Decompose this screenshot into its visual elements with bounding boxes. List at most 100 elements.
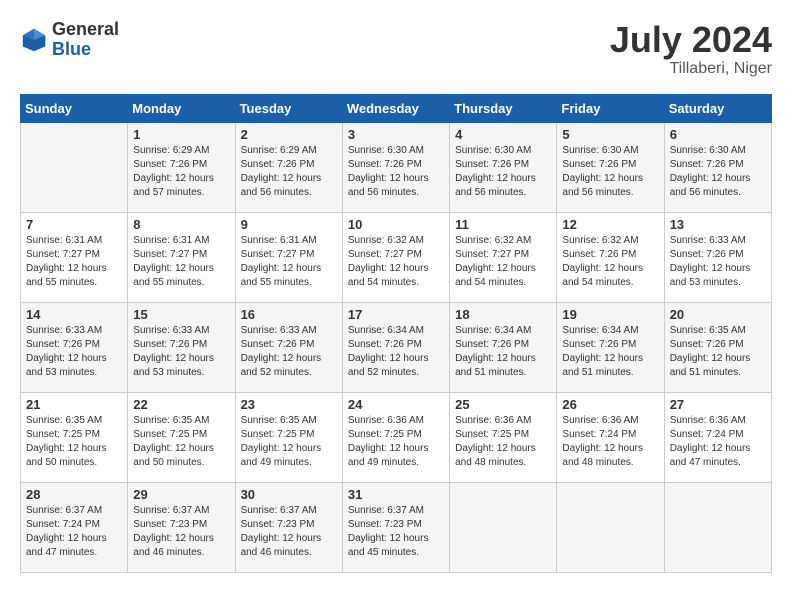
day-number: 17 <box>348 307 444 322</box>
calendar-cell: 28Sunrise: 6:37 AMSunset: 7:24 PMDayligh… <box>21 482 128 572</box>
cell-sun-info: Sunrise: 6:30 AMSunset: 7:26 PMDaylight:… <box>670 144 766 200</box>
calendar-cell: 25 Sunrise: 6:36 AMSunset: 7:25 PMDayligh… <box>450 392 557 482</box>
day-number: 30 <box>241 487 337 502</box>
day-number: 11 <box>455 217 551 232</box>
day-number: 3 <box>348 127 444 142</box>
calendar-cell: 8 Sunrise: 6:31 AMSunset: 7:27 PMDaylight… <box>128 212 235 302</box>
calendar-cell: 19 Sunrise: 6:34 AMSunset: 7:26 PMDayligh… <box>557 302 664 392</box>
calendar-cell: 17 Sunrise: 6:34 AMSunset: 7:26 PMDayligh… <box>342 302 449 392</box>
day-number: 27 <box>670 397 766 412</box>
day-number: 22 <box>133 397 229 412</box>
day-number: 29 <box>133 487 229 502</box>
cell-sun-info: Sunrise: 6:30 AMSunset: 7:26 PMDaylight:… <box>562 144 658 200</box>
calendar-cell: 18Sunrise: 6:34 AMSunset: 7:26 PMDayligh… <box>450 302 557 392</box>
calendar-cell: 9 Sunrise: 6:31 AMSunset: 7:27 PMDaylight… <box>235 212 342 302</box>
header-day-wednesday: Wednesday <box>342 94 449 122</box>
title-block: July 2024 Tillaberi, Niger <box>610 20 772 78</box>
calendar-cell: 5 Sunrise: 6:30 AMSunset: 7:26 PMDaylight… <box>557 122 664 212</box>
cell-sun-info: Sunrise: 6:37 AMSunset: 7:23 PMDaylight:… <box>133 504 229 560</box>
calendar-cell: 12 Sunrise: 6:32 AMSunset: 7:26 PMDayligh… <box>557 212 664 302</box>
calendar-cell: 16Sunrise: 6:33 AMSunset: 7:26 PMDayligh… <box>235 302 342 392</box>
day-number: 15 <box>133 307 229 322</box>
day-number: 14 <box>26 307 122 322</box>
cell-sun-info: Sunrise: 6:32 AMSunset: 7:27 PMDaylight:… <box>455 234 551 290</box>
week-row-3: 14 Sunrise: 6:33 AMSunset: 7:26 PMDayligh… <box>21 302 772 392</box>
day-number: 1 <box>133 127 229 142</box>
day-number: 24 <box>348 397 444 412</box>
day-number: 18 <box>455 307 551 322</box>
cell-sun-info: Sunrise: 6:34 AMSunset: 7:26 PMDaylight:… <box>562 324 658 380</box>
header-day-tuesday: Tuesday <box>235 94 342 122</box>
calendar-cell <box>557 482 664 572</box>
cell-sun-info: Sunrise: 6:34 AMSunset: 7:26 PMDaylight:… <box>348 324 444 380</box>
day-number: 10 <box>348 217 444 232</box>
day-number: 25 <box>455 397 551 412</box>
calendar-cell: 13Sunrise: 6:33 AMSunset: 7:26 PMDayligh… <box>664 212 771 302</box>
logo-text: General Blue <box>52 20 119 60</box>
calendar-cell: 24 Sunrise: 6:36 AMSunset: 7:25 PMDayligh… <box>342 392 449 482</box>
month-year-title: July 2024 <box>610 20 772 60</box>
calendar-cell: 11 Sunrise: 6:32 AMSunset: 7:27 PMDayligh… <box>450 212 557 302</box>
day-number: 31 <box>348 487 444 502</box>
header-day-thursday: Thursday <box>450 94 557 122</box>
calendar-cell <box>664 482 771 572</box>
calendar-cell: 14 Sunrise: 6:33 AMSunset: 7:26 PMDayligh… <box>21 302 128 392</box>
cell-sun-info: Sunrise: 6:29 AMSunset: 7:26 PMDaylight:… <box>133 144 229 200</box>
calendar-cell: 15 Sunrise: 6:33 AMSunset: 7:26 PMDayligh… <box>128 302 235 392</box>
day-number: 12 <box>562 217 658 232</box>
cell-sun-info: Sunrise: 6:33 AMSunset: 7:26 PMDaylight:… <box>133 324 229 380</box>
page-header: General Blue July 2024 Tillaberi, Niger <box>20 20 772 78</box>
cell-sun-info: Sunrise: 6:35 AMSunset: 7:25 PMDaylight:… <box>26 414 122 470</box>
calendar-cell: 27 Sunrise: 6:36 AMSunset: 7:24 PMDayligh… <box>664 392 771 482</box>
day-number: 5 <box>562 127 658 142</box>
day-number: 16 <box>241 307 337 322</box>
logo-blue-text: Blue <box>52 40 119 60</box>
day-number: 23 <box>241 397 337 412</box>
calendar-cell: 22 Sunrise: 6:35 AMSunset: 7:25 PMDayligh… <box>128 392 235 482</box>
cell-sun-info: Sunrise: 6:32 AMSunset: 7:27 PMDaylight:… <box>348 234 444 290</box>
logo-general-text: General <box>52 20 119 40</box>
calendar-cell: 6 Sunrise: 6:30 AMSunset: 7:26 PMDaylight… <box>664 122 771 212</box>
calendar-body: 1 Sunrise: 6:29 AMSunset: 7:26 PMDaylight… <box>21 122 772 572</box>
calendar-cell: 10 Sunrise: 6:32 AMSunset: 7:27 PMDayligh… <box>342 212 449 302</box>
cell-sun-info: Sunrise: 6:35 AMSunset: 7:26 PMDaylight:… <box>670 324 766 380</box>
week-row-1: 1 Sunrise: 6:29 AMSunset: 7:26 PMDaylight… <box>21 122 772 212</box>
day-number: 8 <box>133 217 229 232</box>
week-row-2: 7Sunrise: 6:31 AMSunset: 7:27 PMDaylight… <box>21 212 772 302</box>
calendar-cell: 23 Sunrise: 6:35 AMSunset: 7:25 PMDayligh… <box>235 392 342 482</box>
logo: General Blue <box>20 20 119 60</box>
calendar-cell: 7Sunrise: 6:31 AMSunset: 7:27 PMDaylight… <box>21 212 128 302</box>
week-row-5: 28Sunrise: 6:37 AMSunset: 7:24 PMDayligh… <box>21 482 772 572</box>
calendar-cell: 4Sunrise: 6:30 AMSunset: 7:26 PMDaylight… <box>450 122 557 212</box>
cell-sun-info: Sunrise: 6:36 AMSunset: 7:24 PMDaylight:… <box>670 414 766 470</box>
cell-sun-info: Sunrise: 6:31 AMSunset: 7:27 PMDaylight:… <box>133 234 229 290</box>
day-number: 2 <box>241 127 337 142</box>
cell-sun-info: Sunrise: 6:33 AMSunset: 7:26 PMDaylight:… <box>26 324 122 380</box>
cell-sun-info: Sunrise: 6:35 AMSunset: 7:25 PMDaylight:… <box>241 414 337 470</box>
calendar-cell: 21 Sunrise: 6:35 AMSunset: 7:25 PMDayligh… <box>21 392 128 482</box>
cell-sun-info: Sunrise: 6:33 AMSunset: 7:26 PMDaylight:… <box>670 234 766 290</box>
calendar-cell: 1 Sunrise: 6:29 AMSunset: 7:26 PMDaylight… <box>128 122 235 212</box>
cell-sun-info: Sunrise: 6:37 AMSunset: 7:24 PMDaylight:… <box>26 504 122 560</box>
cell-sun-info: Sunrise: 6:35 AMSunset: 7:25 PMDaylight:… <box>133 414 229 470</box>
day-number: 19 <box>562 307 658 322</box>
day-number: 9 <box>241 217 337 232</box>
header-day-saturday: Saturday <box>664 94 771 122</box>
day-number: 6 <box>670 127 766 142</box>
cell-sun-info: Sunrise: 6:36 AMSunset: 7:24 PMDaylight:… <box>562 414 658 470</box>
cell-sun-info: Sunrise: 6:31 AMSunset: 7:27 PMDaylight:… <box>241 234 337 290</box>
calendar-table: SundayMondayTuesdayWednesdayThursdayFrid… <box>20 94 772 573</box>
cell-sun-info: Sunrise: 6:37 AMSunset: 7:23 PMDaylight:… <box>241 504 337 560</box>
calendar-cell: 29 Sunrise: 6:37 AMSunset: 7:23 PMDayligh… <box>128 482 235 572</box>
header-day-friday: Friday <box>557 94 664 122</box>
location-subtitle: Tillaberi, Niger <box>610 60 772 78</box>
day-number: 20 <box>670 307 766 322</box>
day-number: 4 <box>455 127 551 142</box>
cell-sun-info: Sunrise: 6:36 AMSunset: 7:25 PMDaylight:… <box>348 414 444 470</box>
cell-sun-info: Sunrise: 6:32 AMSunset: 7:26 PMDaylight:… <box>562 234 658 290</box>
cell-sun-info: Sunrise: 6:36 AMSunset: 7:25 PMDaylight:… <box>455 414 551 470</box>
cell-sun-info: Sunrise: 6:29 AMSunset: 7:26 PMDaylight:… <box>241 144 337 200</box>
day-number: 21 <box>26 397 122 412</box>
cell-sun-info: Sunrise: 6:31 AMSunset: 7:27 PMDaylight:… <box>26 234 122 290</box>
calendar-cell: 2 Sunrise: 6:29 AMSunset: 7:26 PMDaylight… <box>235 122 342 212</box>
